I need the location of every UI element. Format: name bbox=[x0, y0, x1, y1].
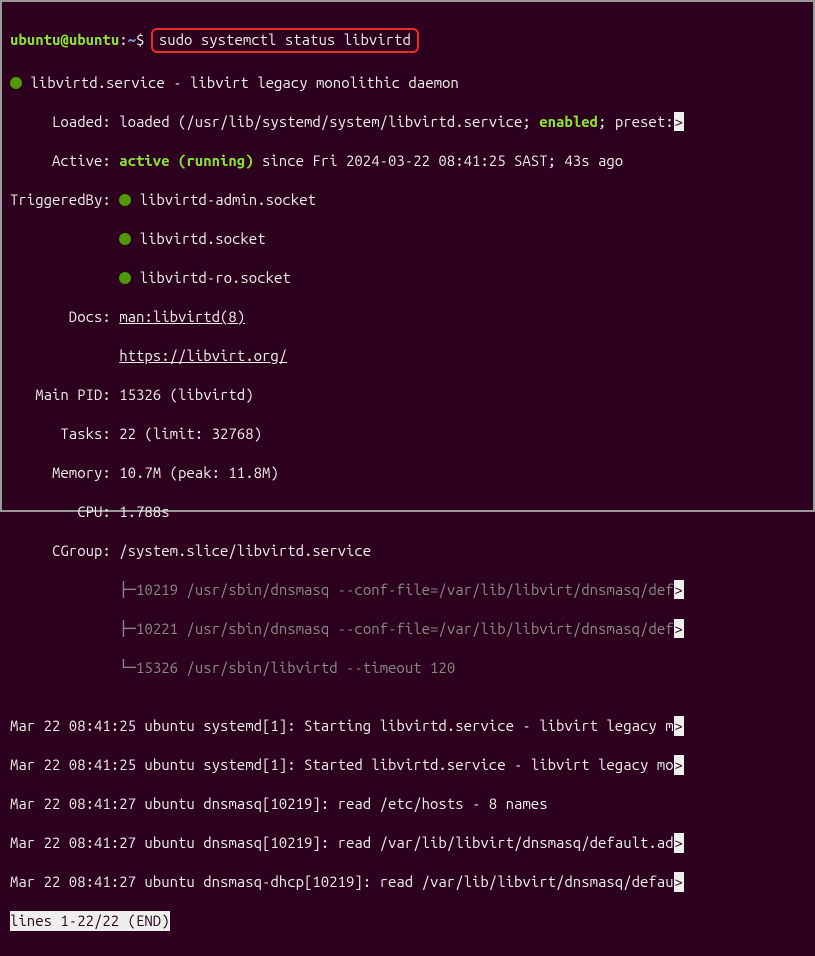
trig-pad bbox=[10, 269, 119, 286]
docs-url: https://libvirt.org/ bbox=[119, 347, 287, 364]
log2: Mar 22 08:41:25 ubuntu systemd[1]: Start… bbox=[10, 756, 674, 773]
tasks-value: 22 (limit: 32768) bbox=[119, 425, 262, 442]
tree-branch-icon: ├─ bbox=[119, 620, 136, 637]
prompt-user: ubuntu bbox=[10, 31, 60, 48]
log-line-1: Mar 22 08:41:25 ubuntu systemd[1]: Start… bbox=[10, 716, 805, 736]
docs-line-2: https://libvirt.org/ bbox=[10, 346, 805, 366]
cgroup-label: CGroup: bbox=[10, 542, 119, 559]
cgroup-line: CGroup: /system.slice/libvirtd.service bbox=[10, 541, 805, 561]
tree-end-icon: └─ bbox=[119, 659, 136, 676]
prompt-path: ~ bbox=[128, 31, 136, 48]
memory-line: Memory: 10.7M (peak: 11.8M) bbox=[10, 463, 805, 483]
log-line-5: Mar 22 08:41:27 ubuntu dnsmasq-dhcp[1021… bbox=[10, 872, 805, 892]
truncate-arrow-icon: > bbox=[674, 580, 684, 600]
status-dot-icon bbox=[119, 194, 131, 206]
command-highlight: sudo systemctl status libvirtd bbox=[151, 28, 419, 54]
command-text: sudo systemctl status libvirtd bbox=[159, 31, 411, 48]
docs-man: man:libvirtd(8) bbox=[119, 308, 245, 325]
cgroup-proc-3: └─15326 /usr/sbin/libvirtd --timeout 120 bbox=[10, 658, 805, 678]
terminal[interactable]: ubuntu@ubuntu:~$ sudo systemctl status l… bbox=[2, 2, 813, 956]
cpu-label: CPU: bbox=[10, 503, 119, 520]
pid-line: Main PID: 15326 (libvirtd) bbox=[10, 385, 805, 405]
log-line-3: Mar 22 08:41:27 ubuntu dnsmasq[10219]: r… bbox=[10, 794, 805, 814]
cgroup-value: /system.slice/libvirtd.service bbox=[119, 542, 371, 559]
docs-pad bbox=[10, 347, 119, 364]
cgroup-proc-1: ├─10219 /usr/sbin/dnsmasq --conf-file=/v… bbox=[10, 580, 805, 600]
triggered-line-1: TriggeredBy: libvirtd-admin.socket bbox=[10, 190, 805, 210]
triggered-line-2: libvirtd.socket bbox=[10, 229, 805, 249]
tasks-label: Tasks: bbox=[10, 425, 119, 442]
cg-pad bbox=[10, 620, 119, 637]
status-dot-icon bbox=[119, 233, 131, 245]
loaded-label: Loaded: bbox=[10, 113, 119, 130]
truncate-arrow-icon: > bbox=[674, 755, 684, 775]
prompt-at: @ bbox=[60, 31, 68, 48]
loaded-enabled: enabled bbox=[539, 113, 598, 130]
trig3: libvirtd-ro.socket bbox=[131, 269, 291, 286]
prompt-line: ubuntu@ubuntu:~$ sudo systemctl status l… bbox=[10, 28, 805, 54]
cpu-value: 1.788s bbox=[119, 503, 169, 520]
cg-pad bbox=[10, 581, 119, 598]
pager-status: lines 1-22/22 (END) bbox=[10, 911, 170, 931]
loaded-post: ; preset: bbox=[598, 113, 674, 130]
cg3: 15326 /usr/sbin/libvirtd --timeout 120 bbox=[136, 659, 455, 676]
log-line-4: Mar 22 08:41:27 ubuntu dnsmasq[10219]: r… bbox=[10, 833, 805, 853]
trig1: libvirtd-admin.socket bbox=[131, 191, 316, 208]
cg2: 10221 /usr/sbin/dnsmasq --conf-file=/var… bbox=[136, 620, 674, 637]
pid-label: Main PID: bbox=[10, 386, 119, 403]
trig-pad bbox=[10, 230, 119, 247]
loaded-line: Loaded: loaded (/usr/lib/systemd/system/… bbox=[10, 112, 805, 132]
pid-value: 15326 (libvirtd) bbox=[119, 386, 253, 403]
loaded-pre: loaded (/usr/lib/systemd/system/libvirtd… bbox=[119, 113, 539, 130]
service-header: libvirtd.service - libvirt legacy monoli… bbox=[22, 74, 459, 91]
cg-pad bbox=[10, 659, 119, 676]
trig2: libvirtd.socket bbox=[131, 230, 265, 247]
mem-value: 10.7M (peak: 11.8M) bbox=[119, 464, 279, 481]
cgroup-proc-2: ├─10221 /usr/sbin/dnsmasq --conf-file=/v… bbox=[10, 619, 805, 639]
active-state: active (running) bbox=[119, 152, 253, 169]
active-line: Active: active (running) since Fri 2024-… bbox=[10, 151, 805, 171]
log5: Mar 22 08:41:27 ubuntu dnsmasq-dhcp[1021… bbox=[10, 873, 674, 890]
triggered-line-3: libvirtd-ro.socket bbox=[10, 268, 805, 288]
tasks-line: Tasks: 22 (limit: 32768) bbox=[10, 424, 805, 444]
log1: Mar 22 08:41:25 ubuntu systemd[1]: Start… bbox=[10, 717, 674, 734]
mem-label: Memory: bbox=[10, 464, 119, 481]
truncate-arrow-icon: > bbox=[674, 833, 684, 853]
truncate-arrow-icon: > bbox=[674, 716, 684, 736]
prompt-colon: : bbox=[119, 31, 127, 48]
active-since: since Fri 2024-03-22 08:41:25 SAST; 43s … bbox=[254, 152, 624, 169]
cpu-line: CPU: 1.788s bbox=[10, 502, 805, 522]
trig-label: TriggeredBy: bbox=[10, 191, 119, 208]
tree-branch-icon: ├─ bbox=[119, 581, 136, 598]
active-label: Active: bbox=[10, 152, 119, 169]
log4: Mar 22 08:41:27 ubuntu dnsmasq[10219]: r… bbox=[10, 834, 674, 851]
log3: Mar 22 08:41:27 ubuntu dnsmasq[10219]: r… bbox=[10, 795, 548, 812]
cg1: 10219 /usr/sbin/dnsmasq --conf-file=/var… bbox=[136, 581, 674, 598]
docs-line-1: Docs: man:libvirtd(8) bbox=[10, 307, 805, 327]
truncate-arrow-icon: > bbox=[674, 619, 684, 639]
prompt-host: ubuntu bbox=[69, 31, 119, 48]
truncate-arrow-icon: > bbox=[674, 112, 684, 132]
status-dot-icon bbox=[119, 272, 131, 284]
service-header-line: libvirtd.service - libvirt legacy monoli… bbox=[10, 73, 805, 93]
log-line-2: Mar 22 08:41:25 ubuntu systemd[1]: Start… bbox=[10, 755, 805, 775]
status-dot-icon bbox=[10, 77, 22, 89]
docs-label: Docs: bbox=[10, 308, 119, 325]
pager-status-line[interactable]: lines 1-22/22 (END) bbox=[10, 911, 805, 931]
truncate-arrow-icon: > bbox=[674, 872, 684, 892]
